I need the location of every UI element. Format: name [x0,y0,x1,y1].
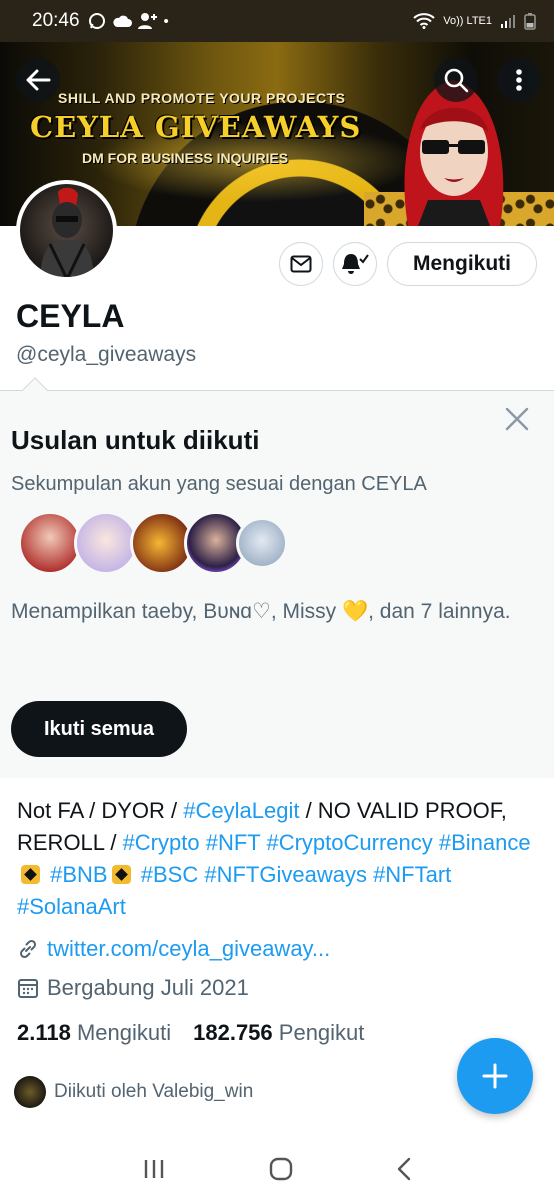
search-button[interactable] [434,58,478,102]
network-label: Vo)) LTE1 [443,15,492,27]
hashtag-link[interactable]: #CeylaLegit [183,798,299,823]
website-row[interactable]: twitter.com/ceyla_giveaway... [17,936,330,962]
status-right: Vo)) LTE1 [413,12,536,30]
banner-title: CEYLA GIVEAWAYS [30,110,362,144]
banner-tagline: SHILL AND PROMOTE YOUR PROJECTS [58,90,346,106]
hashtag-link[interactable]: #Crypto [123,830,200,855]
system-navigation-bar [0,1138,554,1200]
profile-name: CEYLA [16,298,125,334]
shown-text-a: Menampilkan taeby, Bᴜɴɑ♡, Missy [11,600,342,623]
hashtag-link[interactable]: #SolanaArt [17,894,126,919]
banner-subline: DM FOR BUSINESS INQUIRIES [82,150,289,166]
notifications-button[interactable] [333,242,377,286]
website-link[interactable]: twitter.com/ceyla_giveaway... [47,936,330,962]
hashtag-link[interactable]: #Binance [439,830,531,855]
avatar-knight-image [40,187,94,277]
profile-avatar[interactable] [16,180,117,281]
followed-by-text: Diikuti oleh Valebig_win [54,1081,254,1102]
following-button[interactable]: Mengikuti [387,242,537,286]
following-count: 2.118 [17,1020,71,1045]
hashtag-link[interactable]: #NFTGiveaways [204,862,367,887]
status-icons: • [88,12,169,30]
more-vertical-icon [516,69,522,91]
message-button[interactable] [279,242,323,286]
wifi-icon [413,13,435,29]
more-options-button[interactable] [497,58,541,102]
followed-by-row[interactable]: Diikuti oleh Valebig_win [14,1076,253,1108]
calendar-icon [18,979,38,998]
plus-icon [482,1063,508,1089]
follow-suggestions-panel: Usulan untuk diikuti Sekumpulan akun yan… [0,390,554,778]
cloud-icon [112,15,132,27]
back-nav-icon[interactable] [396,1157,412,1181]
followers-count: 182.756 [193,1020,273,1045]
hashtag-link[interactable]: #CryptoCurrency [266,830,432,855]
hashtag-link[interactable]: #NFTart [373,862,451,887]
profile-bio: Not FA / DYOR / #CeylaLegit / NO VALID P… [17,795,537,923]
suggestions-subtitle: Sekumpulan akun yang sesuai dengan CEYLA [11,473,427,495]
suggested-names-text: Menampilkan taeby, Bᴜɴɑ♡, Missy 💛, dan 7… [11,595,531,628]
close-icon[interactable] [503,405,531,433]
suggested-avatar[interactable] [18,511,82,575]
follow-all-button[interactable]: Ikuti semua [11,701,187,757]
binance-logo-icon [111,865,131,884]
suggested-avatar[interactable] [74,511,138,575]
joined-row: Bergabung Juli 2021 [17,975,249,1001]
suggested-avatar[interactable] [236,517,288,569]
signal-icon [501,15,515,28]
envelope-icon [290,255,312,273]
profile-handle: @ceyla_giveaways [16,343,197,366]
shown-text-b: , dan 7 lainnya. [368,600,511,623]
hashtag-link[interactable]: #NFT [206,830,261,855]
whatsapp-icon [88,13,105,29]
bell-check-icon [342,254,369,274]
follow-stats: 2.118 Mengikuti 182.756 Pengikut [17,1020,364,1046]
following-label: Mengikuti [76,1020,172,1045]
suggestions-title: Usulan untuk diikuti [11,425,260,455]
following-stat[interactable]: 2.118 Mengikuti [17,1020,171,1046]
joined-date: Bergabung Juli 2021 [47,975,249,1000]
battery-icon [524,13,536,30]
back-arrow-icon [26,69,51,91]
search-icon [444,68,469,93]
status-bar: 20:46 • Vo)) LTE1 [0,0,554,42]
home-icon[interactable] [269,1157,293,1181]
followers-label: Pengikut [278,1020,365,1045]
yellow-heart-emoji: 💛 [341,600,369,623]
link-icon [19,939,37,959]
bio-text: Not FA / DYOR / [17,798,184,823]
binance-logo-icon [21,865,40,884]
recent-apps-icon[interactable] [142,1158,166,1180]
back-button[interactable] [16,58,60,102]
add-person-icon [137,13,157,29]
compose-tweet-button[interactable] [457,1038,533,1114]
dot-icon: • [163,12,169,30]
followers-stat[interactable]: 182.756 Pengikut [193,1020,364,1046]
follower-avatar [14,1076,46,1108]
hashtag-link[interactable]: #BNB [50,862,107,887]
status-time: 20:46 [32,10,80,31]
hashtag-link[interactable]: #BSC [141,862,198,887]
